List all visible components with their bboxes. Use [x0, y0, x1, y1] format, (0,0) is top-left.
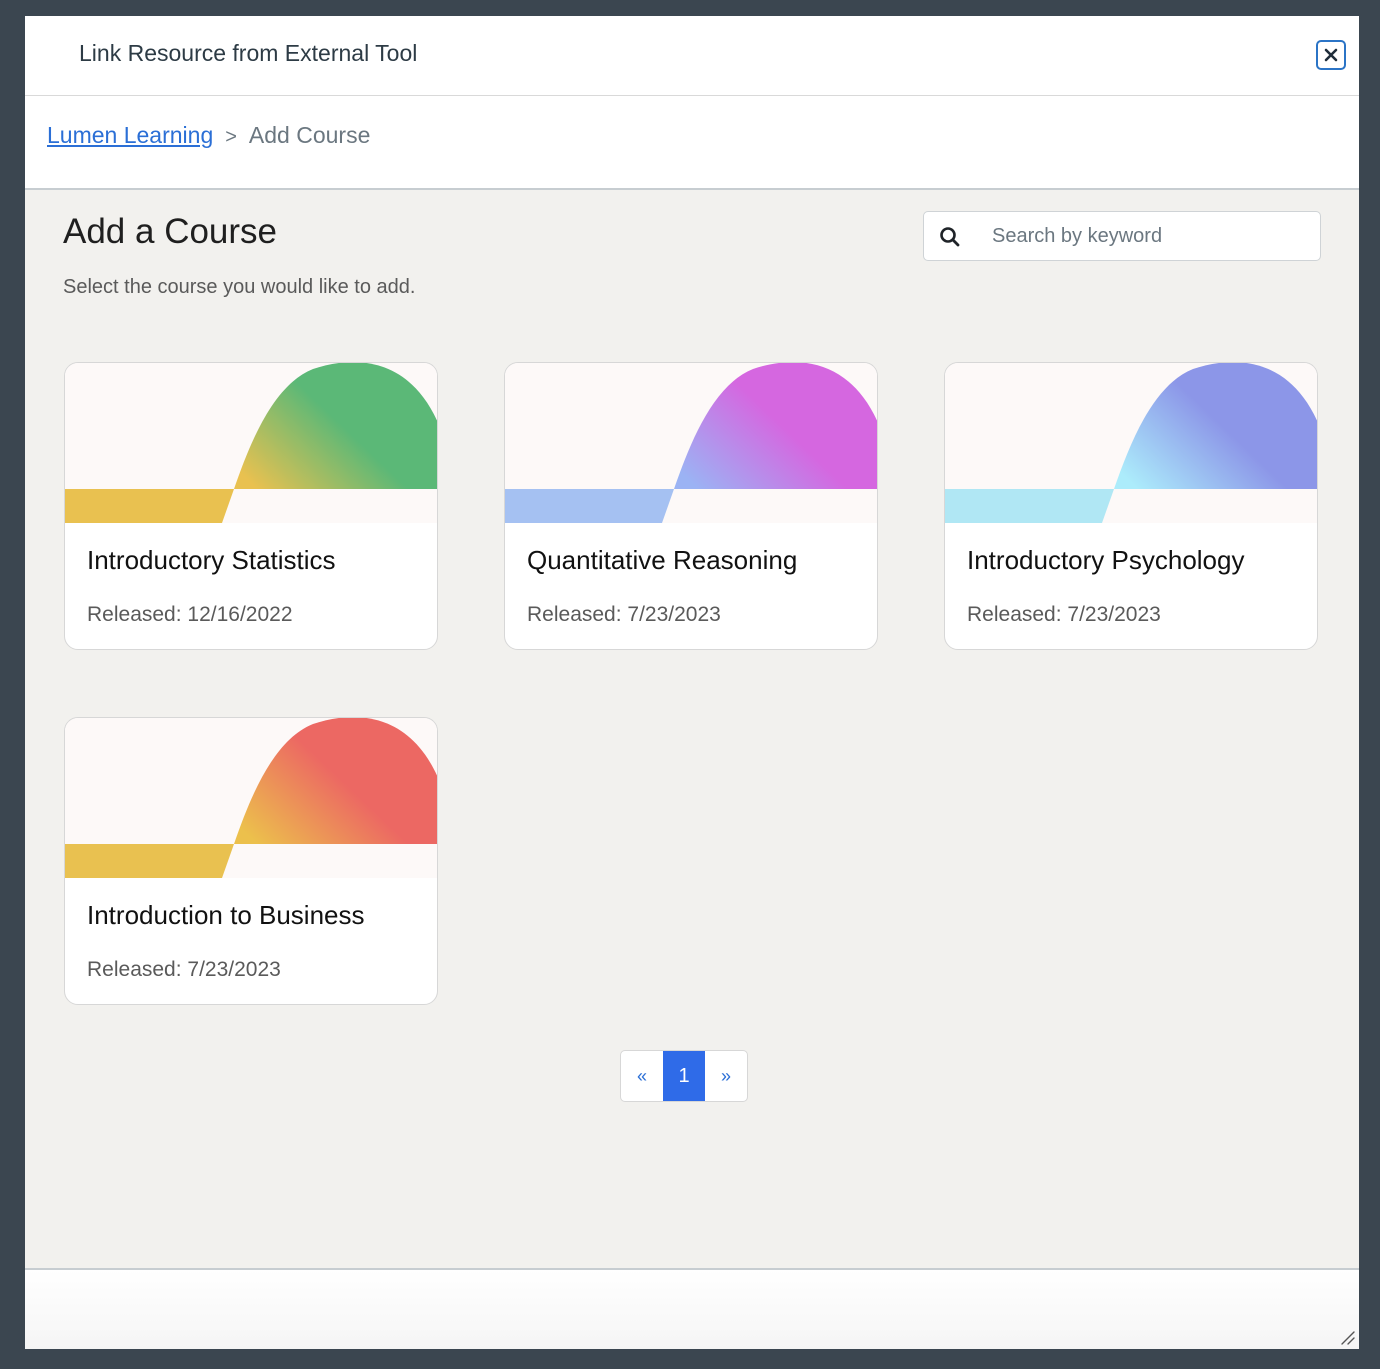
content-area: Add a Course Select the course you would… — [25, 190, 1359, 1270]
breadcrumb-current: Add Course — [248, 122, 371, 148]
pagination-next-button[interactable]: » — [705, 1051, 747, 1101]
course-title: Quantitative Reasoning — [527, 545, 798, 575]
close-button[interactable] — [1316, 40, 1346, 70]
pagination: « 1 » — [620, 1050, 748, 1102]
course-banner-art — [65, 363, 437, 523]
banner-band — [945, 489, 1114, 523]
banner-band — [505, 489, 674, 523]
course-banner-art — [65, 718, 437, 878]
course-title: Introductory Statistics — [87, 545, 336, 575]
banner-band — [65, 844, 234, 878]
page-title: Add a Course — [63, 212, 278, 251]
course-title: Introductory Psychology — [967, 545, 1245, 575]
search-input[interactable] — [982, 212, 1322, 260]
dialog-title: Link Resource from External Tool — [79, 40, 418, 66]
dialog-header: Link Resource from External Tool — [25, 16, 1359, 96]
course-release-date: Released: 7/23/2023 — [527, 603, 721, 626]
search-box — [923, 211, 1322, 261]
breadcrumb-separator: > — [225, 126, 237, 148]
pagination-prev-button[interactable]: « — [621, 1051, 663, 1101]
course-release-date: Released: 12/16/2022 — [87, 603, 293, 626]
course-card[interactable]: Quantitative Reasoning Released: 7/23/202… — [504, 362, 878, 650]
course-card[interactable]: Introductory Psychology Released: 7/23/20… — [944, 362, 1318, 650]
search-icon — [940, 227, 960, 247]
course-release-date: Released: 7/23/2023 — [967, 603, 1161, 626]
course-banner-art — [505, 363, 877, 523]
pagination-page-1[interactable]: 1 — [663, 1051, 705, 1101]
course-title: Introduction to Business — [87, 900, 365, 930]
close-icon — [1324, 48, 1338, 62]
dialog-footer — [25, 1270, 1359, 1349]
breadcrumb: Lumen Learning > Add Course — [47, 122, 370, 149]
breadcrumb-link-lumen-learning[interactable]: Lumen Learning — [47, 122, 213, 149]
course-card[interactable]: Introduction to Business Released: 7/23/2… — [64, 717, 438, 1005]
breadcrumb-bar: Lumen Learning > Add Course — [25, 96, 1359, 190]
page-subtitle: Select the course you would like to add. — [63, 276, 416, 298]
course-release-date: Released: 7/23/2023 — [87, 958, 281, 981]
course-card[interactable]: Introductory Statistics Released: 12/16/2… — [64, 362, 438, 650]
dialog: Link Resource from External Tool Lumen L… — [25, 16, 1359, 1349]
course-banner-art — [945, 363, 1317, 523]
resize-grip-icon[interactable] — [1339, 1329, 1355, 1345]
banner-band — [65, 489, 234, 523]
